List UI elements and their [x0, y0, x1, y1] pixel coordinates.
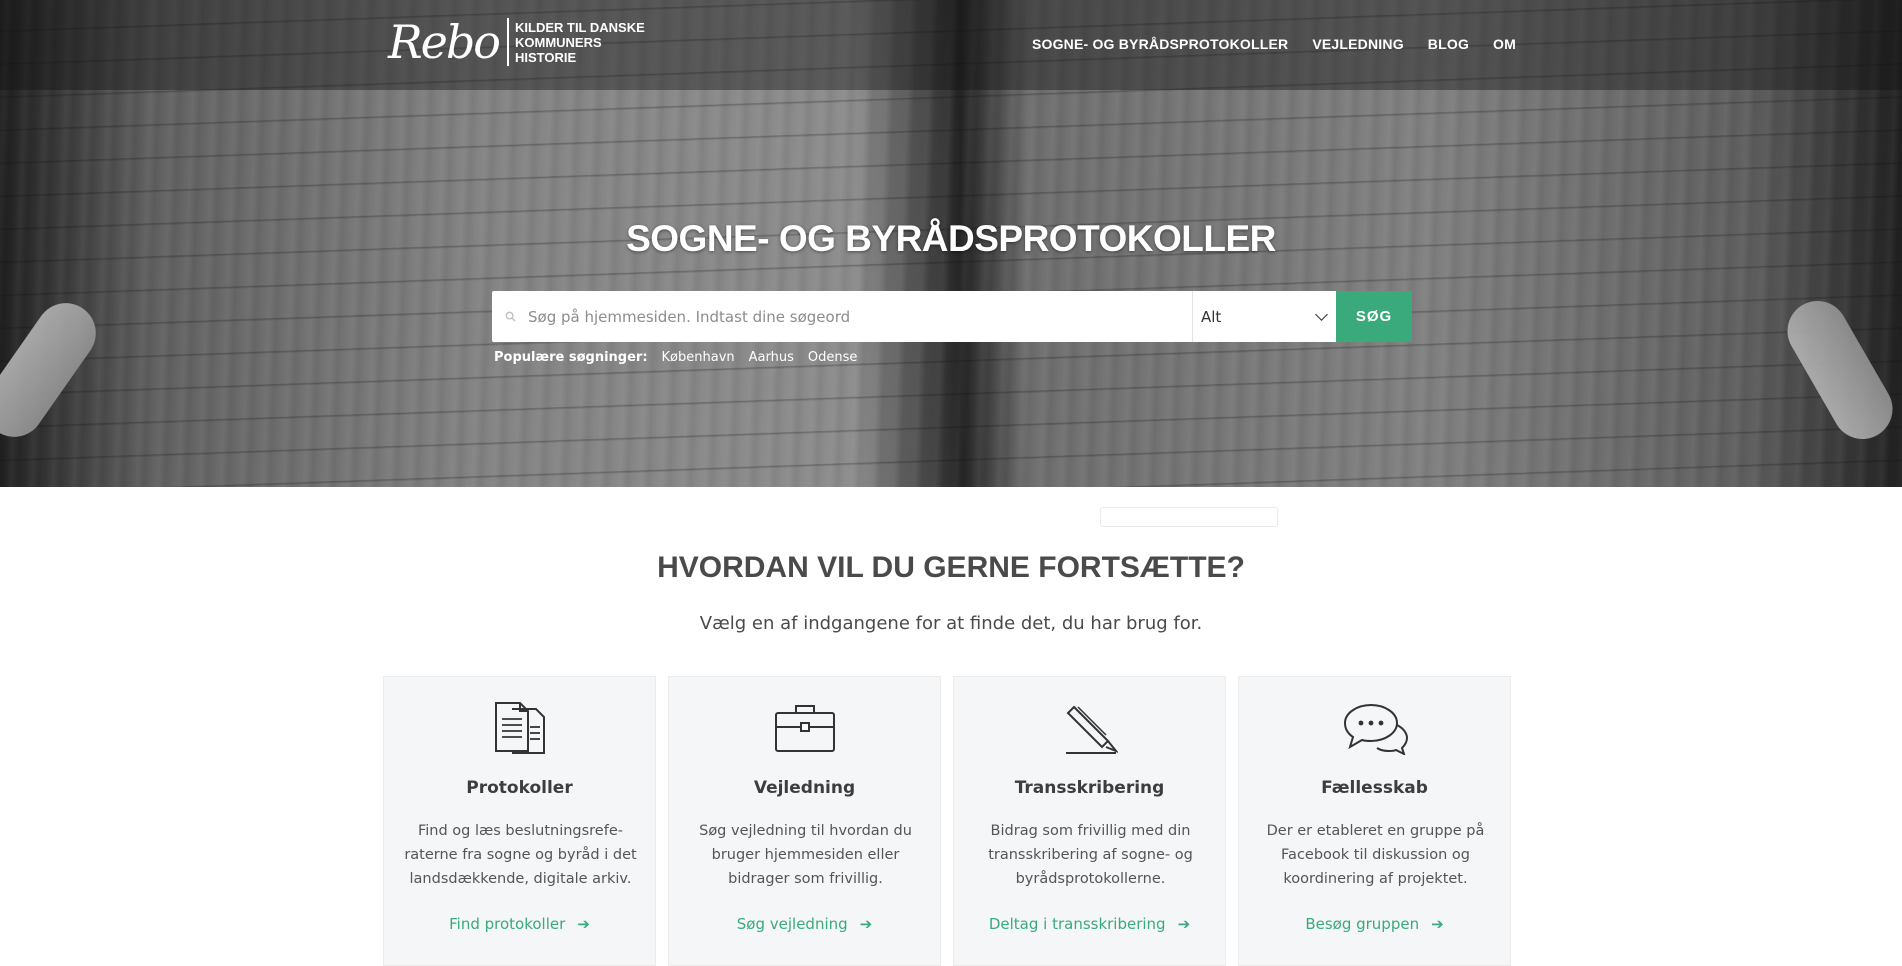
search-icon	[492, 291, 528, 342]
search-input[interactable]	[528, 291, 1192, 342]
card-text: Find og læs beslutningsrefe-raterne fra …	[404, 823, 637, 887]
hero-title: SOGNE- OG BYRÅDSPROTOKOLLER	[626, 218, 1276, 259]
deltag-transskribering-link[interactable]: Deltag i transskribering ➔	[954, 915, 1225, 933]
entry-cards: Protokoller Find og læs beslutningsrefe-…	[383, 676, 1511, 966]
hero-banner: Rebo KILDER TIL DANSKE KOMMUNERS HISTORI…	[0, 0, 1902, 487]
card-vejledning: Vejledning Søg vejledning til hvordan du…	[668, 676, 941, 966]
popular-search-link[interactable]: Aarhus	[749, 350, 794, 365]
card-title: Protokoller	[466, 778, 573, 798]
arrow-right-icon: ➔	[577, 915, 590, 933]
top-navigation-bar: Rebo KILDER TIL DANSKE KOMMUNERS HISTORI…	[0, 0, 1902, 90]
search-bar: Alt SØG	[492, 291, 1412, 342]
logo-line: HISTORIE	[515, 49, 577, 65]
site-logo[interactable]: Rebo KILDER TIL DANSKE KOMMUNERS HISTORI…	[388, 18, 645, 66]
logo-line: KILDER TIL DANSKE	[515, 19, 645, 35]
card-link-label: Besøg gruppen	[1305, 915, 1420, 933]
card-link-label: Søg vejledning	[736, 915, 848, 933]
nav-item-blog[interactable]: BLOG	[1428, 36, 1469, 52]
search-button[interactable]: SØG	[1336, 291, 1412, 342]
card-transskribering: Transskribering Bidrag som frivillig med…	[953, 676, 1226, 966]
card-text: Bidrag som frivillig med din transskribe…	[988, 823, 1193, 887]
pencil-icon	[954, 701, 1225, 755]
briefcase-icon	[669, 701, 940, 755]
logo-line: KOMMUNERS	[515, 34, 602, 50]
card-title: Fællesskab	[1321, 778, 1428, 798]
besoeg-gruppen-link[interactable]: Besøg gruppen ➔	[1239, 915, 1510, 933]
section-title: HVORDAN VIL DU GERNE FORTSÆTTE?	[657, 551, 1245, 584]
card-protokoller: Protokoller Find og læs beslutningsrefe-…	[383, 676, 656, 966]
faint-overlay-element	[1100, 507, 1278, 527]
nav-item-vejledning[interactable]: VEJLEDNING	[1312, 36, 1403, 52]
card-title: Vejledning	[753, 778, 856, 798]
popular-searches: Populære søgninger: København Aarhus Ode…	[494, 350, 857, 365]
card-faellesskab: Fællesskab Der er etableret en gruppe på…	[1238, 676, 1511, 966]
card-link-label: Find protokoller	[449, 915, 566, 933]
arrow-right-icon: ➔	[859, 915, 873, 933]
logo-tagline: KILDER TIL DANSKE KOMMUNERS HISTORIE	[515, 20, 645, 65]
card-text: Søg vejledning til hvordan du bruger hje…	[699, 823, 912, 887]
arrow-right-icon: ➔	[1431, 915, 1444, 933]
popular-searches-label: Populære søgninger:	[494, 350, 648, 365]
popular-search-link[interactable]: Odense	[808, 350, 858, 365]
logo-script: Rebo	[388, 15, 501, 69]
find-protokoller-link[interactable]: Find protokoller ➔	[384, 915, 655, 933]
card-text: Der er etableret en gruppe på Facebook t…	[1266, 823, 1485, 887]
card-link-label: Deltag i transskribering	[988, 915, 1166, 933]
chat-icon	[1239, 701, 1510, 755]
nav-item-protokoller[interactable]: SOGNE- OG BYRÅDSPROTOKOLLER	[1032, 36, 1288, 52]
search-scope-select[interactable]: Alt	[1192, 291, 1336, 342]
soeg-vejledning-link[interactable]: Søg vejledning ➔	[669, 915, 940, 933]
section-subtitle: Vælg en af indgangene for at finde det, …	[699, 613, 1203, 634]
nav-item-om[interactable]: OM	[1493, 36, 1516, 52]
chevron-down-icon	[1315, 307, 1328, 321]
popular-search-link[interactable]: København	[662, 350, 735, 365]
logo-divider	[507, 18, 509, 66]
arrow-right-icon: ➔	[1177, 915, 1191, 933]
card-title: Transskribering	[1014, 778, 1165, 798]
search-scope-value: Alt	[1201, 307, 1222, 326]
document-icon	[384, 701, 655, 755]
main-nav: SOGNE- OG BYRÅDSPROTOKOLLER VEJLEDNING B…	[1032, 36, 1516, 52]
